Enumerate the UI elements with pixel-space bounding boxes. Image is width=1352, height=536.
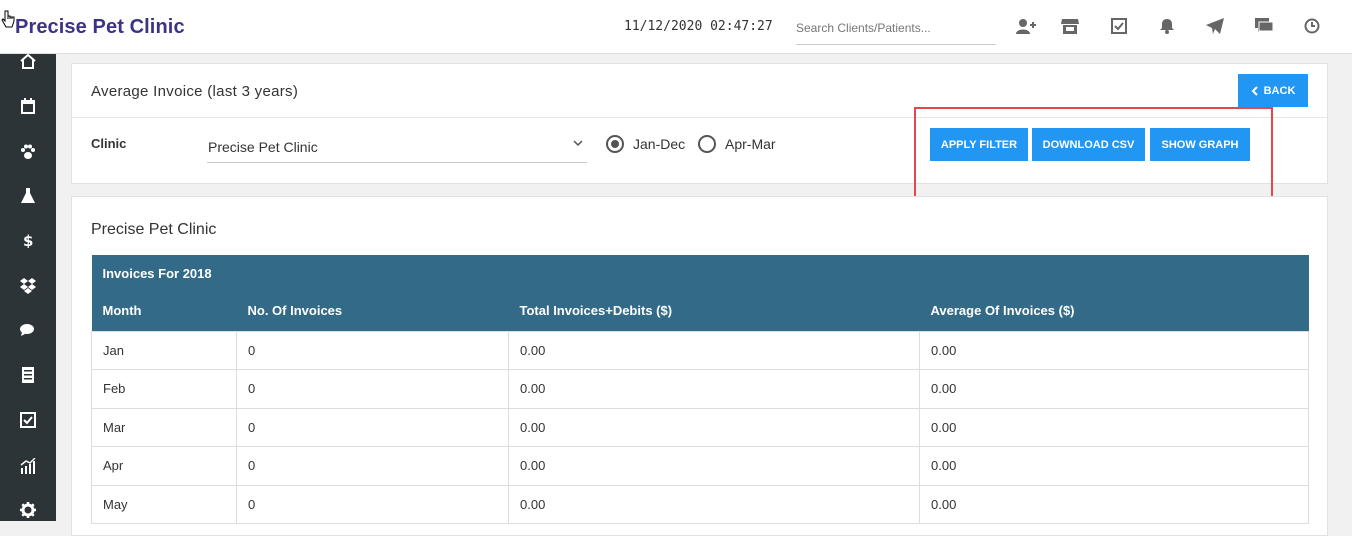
calendar-icon[interactable] — [14, 92, 42, 120]
clinic-select-value: Precise Pet Clinic — [208, 139, 318, 155]
invoice-table: Invoices For 2018 Month No. Of Invoices … — [91, 255, 1309, 524]
table-caption: Invoices For 2018 — [91, 255, 1309, 291]
table-cell: 0 — [236, 330, 509, 370]
svg-text:$: $ — [23, 232, 33, 248]
table-cell: Feb — [91, 369, 237, 409]
comments-icon[interactable] — [14, 316, 42, 344]
column-header: Month — [91, 291, 237, 331]
table-cell: 0.00 — [508, 446, 920, 486]
search-input[interactable] — [796, 12, 996, 45]
table-cell: May — [91, 484, 237, 524]
table-cell: 0.00 — [919, 330, 1309, 370]
column-header: Average Of Invoices ($) — [919, 291, 1309, 331]
paw-icon[interactable] — [14, 138, 42, 166]
highlight-box — [914, 107, 1273, 202]
table-row: Mar 0 0.00 0.00 — [91, 407, 1309, 447]
table-cell: Jan — [91, 330, 237, 370]
table-row: Apr 0 0.00 0.00 — [91, 446, 1309, 486]
clock-icon[interactable] — [1301, 15, 1323, 37]
table-caption-row: Invoices For 2018 — [91, 255, 1309, 291]
table-row: May 0 0.00 0.00 — [91, 484, 1309, 524]
top-bar: Precise Pet Clinic 11/12/2020 02:47:27 — [0, 0, 1352, 54]
column-header: No. Of Invoices — [236, 291, 509, 331]
table-cell: Apr — [91, 446, 237, 486]
list-icon[interactable] — [14, 361, 42, 389]
page-title: Average Invoice (last 3 years) — [91, 83, 299, 100]
checkbox-icon[interactable] — [14, 406, 42, 434]
sidebar: $ — [0, 53, 56, 524]
back-button[interactable]: BACK — [1238, 74, 1308, 107]
radio-apr-mar-label: Apr-Mar — [725, 136, 776, 152]
radio-selected-icon — [606, 135, 624, 153]
table-cell: 0.00 — [919, 369, 1309, 409]
add-client-icon[interactable] — [1015, 15, 1037, 37]
table-cell: 0.00 — [919, 484, 1309, 524]
table-cell: 0.00 — [508, 407, 920, 447]
table-row: Feb 0 0.00 0.00 — [91, 369, 1309, 409]
home-icon[interactable] — [14, 47, 42, 75]
table-cell: 0 — [236, 369, 509, 409]
report-card: Precise Pet Clinic Invoices For 2018 Mon… — [71, 196, 1328, 536]
table-cell: 0 — [236, 484, 509, 524]
chevron-down-icon — [573, 140, 583, 147]
radio-unselected-icon — [698, 135, 716, 153]
table-cell: 0.00 — [919, 446, 1309, 486]
radio-jan-dec-label: Jan-Dec — [633, 136, 686, 152]
checklist-icon[interactable] — [1108, 15, 1130, 37]
bell-icon[interactable] — [1156, 15, 1178, 37]
brand-title[interactable]: Precise Pet Clinic — [15, 16, 185, 39]
current-datetime: 11/12/2020 02:47:27 — [624, 19, 773, 34]
dollar-icon[interactable]: $ — [14, 226, 42, 254]
table-row: Jan 0 0.00 0.00 — [91, 330, 1309, 370]
clinic-select[interactable]: Precise Pet Clinic — [207, 131, 587, 163]
hand-cursor-icon — [1, 10, 15, 28]
radio-jan-dec[interactable]: Jan-Dec — [606, 135, 685, 153]
chat-icon[interactable] — [1253, 15, 1275, 37]
table-cell: Mar — [91, 407, 237, 447]
store-icon[interactable] — [1059, 15, 1081, 37]
clinic-label: Clinic — [91, 136, 127, 151]
table-cell: 0.00 — [508, 484, 920, 524]
table-cell: 0.00 — [919, 407, 1309, 447]
gear-icon[interactable] — [14, 496, 42, 524]
back-button-label: BACK — [1263, 84, 1296, 97]
chevron-left-icon — [1251, 85, 1258, 96]
table-cell: 0.00 — [508, 330, 920, 370]
column-header: Total Invoices+Debits ($) — [508, 291, 920, 331]
dropbox-icon[interactable] — [14, 272, 42, 300]
radio-apr-mar[interactable]: Apr-Mar — [698, 135, 776, 153]
flask-icon[interactable] — [14, 182, 42, 210]
table-header-row: Month No. Of Invoices Total Invoices+Deb… — [91, 291, 1309, 331]
chart-icon[interactable] — [14, 452, 42, 480]
send-icon[interactable] — [1204, 15, 1226, 37]
table-cell: 0.00 — [508, 369, 920, 409]
table-cell: 0 — [236, 407, 509, 447]
table-cell: 0 — [236, 446, 509, 486]
report-clinic-name: Precise Pet Clinic — [91, 221, 217, 238]
